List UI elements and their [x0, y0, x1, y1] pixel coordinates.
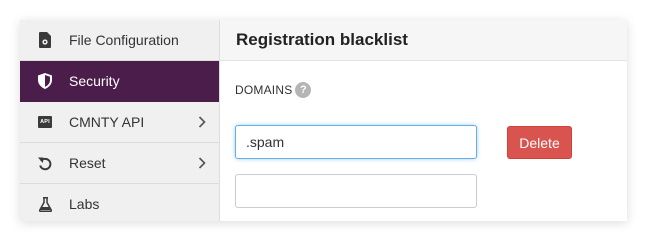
flask-icon [37, 196, 53, 212]
sidebar-item-label: Labs [69, 196, 100, 212]
main-panel: Registration blacklist DOMAINS ? Delete [220, 20, 627, 221]
api-icon-text: API [38, 116, 52, 128]
reset-icon [37, 155, 53, 171]
sidebar-item-label: CMNTY API [69, 114, 145, 130]
domain-input-2[interactable] [235, 174, 477, 208]
sidebar-item-label: Security [69, 73, 120, 89]
page-title: Registration blacklist [236, 30, 408, 49]
file-gear-icon [37, 32, 53, 48]
domains-label-row: DOMAINS ? [235, 82, 312, 98]
sidebar: File Configuration Security API CMNTY AP… [20, 20, 220, 221]
app-frame: File Configuration Security API CMNTY AP… [20, 20, 627, 221]
api-icon: API [37, 114, 53, 130]
sidebar-item-label: File Configuration [69, 32, 179, 48]
sidebar-item-label: Reset [69, 155, 106, 171]
chevron-right-icon [195, 156, 209, 170]
domains-label: DOMAINS [235, 83, 293, 97]
sidebar-item-labs[interactable]: Labs [20, 184, 219, 221]
sidebar-item-security[interactable]: Security [20, 61, 219, 102]
shield-icon [37, 73, 53, 89]
domain-input-1[interactable] [235, 125, 477, 159]
chevron-right-icon [195, 115, 209, 129]
sidebar-item-reset[interactable]: Reset [20, 143, 219, 184]
main-header: Registration blacklist [220, 20, 627, 61]
sidebar-item-cmnty-api[interactable]: API CMNTY API [20, 102, 219, 143]
help-icon[interactable]: ? [295, 82, 312, 98]
delete-button[interactable]: Delete [507, 126, 572, 159]
sidebar-item-file-configuration[interactable]: File Configuration [20, 20, 219, 61]
